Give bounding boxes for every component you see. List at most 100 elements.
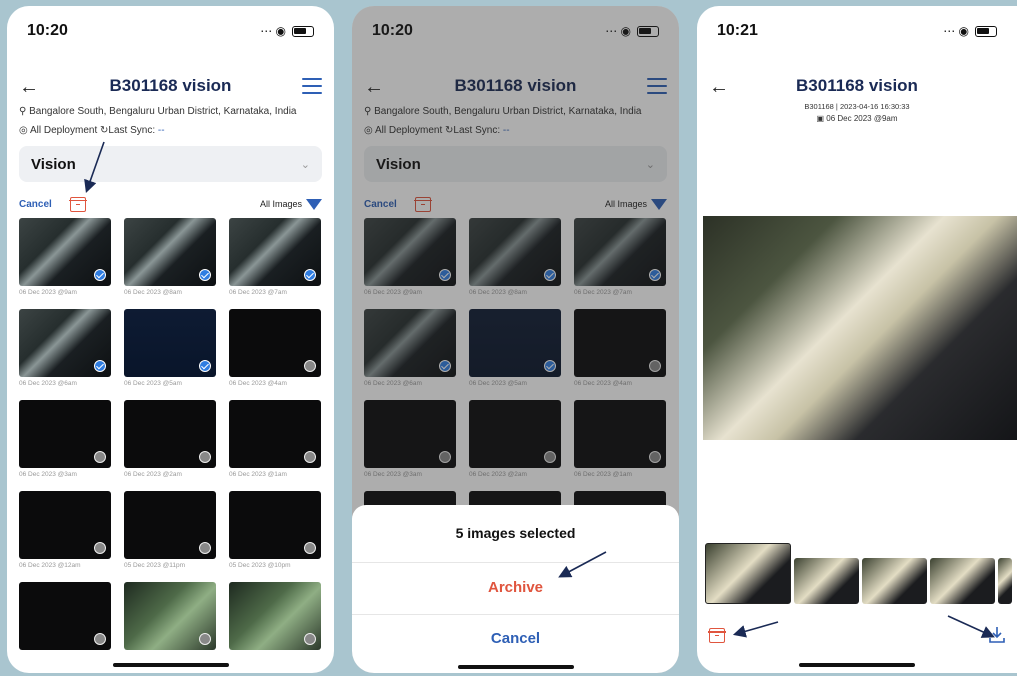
unselected-circle-icon[interactable] bbox=[304, 633, 316, 645]
category-dropdown[interactable]: Vision ⌄ bbox=[19, 146, 322, 182]
image-caption: 06 Dec 2023 @9am bbox=[19, 289, 77, 296]
image-thumbnail bbox=[229, 309, 321, 377]
unselected-circle-icon[interactable] bbox=[199, 633, 211, 645]
thumbnail[interactable] bbox=[998, 558, 1012, 604]
header: ← B301168 vision bbox=[19, 76, 322, 104]
selection-toolbar: Cancel All Images bbox=[19, 194, 322, 214]
unselected-circle-icon[interactable] bbox=[199, 542, 211, 554]
battery-icon bbox=[975, 25, 997, 37]
image-caption: 06 Dec 2023 @2am bbox=[124, 471, 182, 478]
image-thumbnail bbox=[19, 218, 111, 286]
image-tile[interactable]: 06 Dec 2023 @4am bbox=[229, 309, 321, 400]
image-tile[interactable]: 06 Dec 2023 @7am bbox=[229, 218, 321, 309]
image-tile[interactable]: 05 Dec 2023 @10pm bbox=[229, 491, 321, 582]
deployment-label: All Deployment bbox=[29, 125, 98, 136]
unselected-circle-icon[interactable] bbox=[94, 633, 106, 645]
phone-screen-image-detail: 10:21 ⋯ ◉ ← B301168 vision B301168 | 202… bbox=[697, 6, 1017, 673]
image-caption: 06 Dec 2023 @1am bbox=[229, 471, 287, 478]
unselected-circle-icon[interactable] bbox=[304, 451, 316, 463]
image-thumbnail bbox=[19, 582, 111, 650]
cancel-selection-button[interactable]: Cancel bbox=[19, 199, 52, 210]
hamburger-menu-icon[interactable] bbox=[302, 78, 322, 99]
checkmark-icon[interactable] bbox=[199, 269, 211, 281]
all-images-label: All Images bbox=[259, 199, 302, 209]
home-indicator bbox=[457, 665, 574, 669]
deployment-row: ◎ All Deployment ↻Last Sync: -- bbox=[19, 125, 165, 136]
checkmark-icon[interactable] bbox=[94, 360, 106, 372]
phone-screen-image-selection: 10:20 ⋯ ◉ ← B301168 vision ⚲ Bangalore S… bbox=[7, 6, 334, 673]
unselected-circle-icon[interactable] bbox=[199, 451, 211, 463]
divider bbox=[352, 614, 679, 615]
image-caption: 06 Dec 2023 @6am bbox=[19, 380, 77, 387]
image-tile[interactable]: 06 Dec 2023 @9am bbox=[19, 218, 111, 309]
image-tile[interactable]: 06 Dec 2023 @8am bbox=[124, 218, 216, 309]
image-tile[interactable]: 06 Dec 2023 @2am bbox=[124, 400, 216, 491]
thumbnail[interactable] bbox=[794, 558, 859, 604]
image-tile[interactable]: 06 Dec 2023 @1am bbox=[229, 400, 321, 491]
location-text: Bangalore South, Bengaluru Urban Distric… bbox=[29, 106, 297, 117]
unselected-circle-icon[interactable] bbox=[304, 542, 316, 554]
checkmark-icon[interactable] bbox=[199, 360, 211, 372]
image-tile[interactable] bbox=[19, 582, 111, 673]
archive-icon[interactable] bbox=[68, 196, 87, 212]
divider bbox=[352, 562, 679, 563]
wifi-icon: ⋯ ◉ bbox=[260, 24, 286, 38]
image-caption: 06 Dec 2023 @5am bbox=[124, 380, 182, 387]
image-tile[interactable]: 06 Dec 2023 @6am bbox=[19, 309, 111, 400]
image-thumbnail bbox=[124, 582, 216, 650]
header: ← B301168 vision bbox=[709, 76, 1005, 104]
cancel-button[interactable]: Cancel bbox=[352, 630, 679, 647]
status-bar: 10:21 ⋯ ◉ bbox=[717, 20, 997, 42]
thumbnail-strip bbox=[705, 543, 1012, 604]
download-icon[interactable] bbox=[989, 626, 1005, 644]
thumbnail[interactable] bbox=[862, 558, 927, 604]
image-thumbnail bbox=[124, 400, 216, 468]
location-row: ⚲ Bangalore South, Bengaluru Urban Distr… bbox=[19, 106, 297, 117]
thumbnail[interactable] bbox=[930, 558, 995, 604]
image-thumbnail bbox=[124, 218, 216, 286]
image-caption: 06 Dec 2023 @8am bbox=[124, 289, 182, 296]
image-tile[interactable]: 06 Dec 2023 @3am bbox=[19, 400, 111, 491]
last-sync-value: -- bbox=[157, 125, 165, 136]
image-caption: 06 Dec 2023 @3am bbox=[19, 471, 77, 478]
image-caption: 05 Dec 2023 @10pm bbox=[229, 562, 291, 569]
all-images-filter[interactable]: All Images bbox=[259, 198, 322, 210]
deployment-icon: ◎ bbox=[19, 125, 28, 136]
unselected-circle-icon[interactable] bbox=[94, 451, 106, 463]
dropdown-value: Vision bbox=[31, 155, 76, 173]
thumbnail-selected[interactable] bbox=[705, 543, 791, 604]
image-grid: 06 Dec 2023 @9am 06 Dec 2023 @8am 06 Dec 2… bbox=[19, 218, 322, 673]
home-indicator bbox=[799, 663, 915, 667]
archive-button[interactable]: Archive bbox=[352, 579, 679, 596]
calendar-icon: ▣ bbox=[816, 114, 825, 123]
archive-button[interactable] bbox=[708, 628, 726, 643]
last-sync-label: Last Sync: bbox=[108, 125, 156, 136]
unselected-circle-icon[interactable] bbox=[304, 360, 316, 372]
battery-icon bbox=[292, 25, 314, 37]
image-thumbnail bbox=[229, 400, 321, 468]
status-icons: ⋯ ◉ bbox=[943, 24, 997, 38]
image-caption: 05 Dec 2023 @11pm bbox=[124, 562, 186, 569]
image-thumbnail bbox=[229, 582, 321, 650]
image-caption: 06 Dec 2023 @4am bbox=[229, 380, 287, 387]
image-caption: 06 Dec 2023 @7am bbox=[229, 289, 287, 296]
page-title: B301168 vision bbox=[796, 76, 918, 95]
checkmark-icon[interactable] bbox=[304, 269, 316, 281]
chevron-down-icon: ⌄ bbox=[300, 158, 310, 171]
unselected-circle-icon[interactable] bbox=[94, 542, 106, 554]
image-tile[interactable]: 06 Dec 2023 @12am bbox=[19, 491, 111, 582]
image-tile[interactable]: 05 Dec 2023 @11pm bbox=[124, 491, 216, 582]
archive-icon bbox=[708, 628, 726, 643]
image-tile[interactable] bbox=[124, 582, 216, 673]
image-tile[interactable] bbox=[229, 582, 321, 673]
main-image[interactable] bbox=[703, 216, 1017, 440]
image-thumbnail bbox=[124, 309, 216, 377]
image-tile[interactable]: 06 Dec 2023 @5am bbox=[124, 309, 216, 400]
image-date-label: 06 Dec 2023 @9am bbox=[826, 114, 898, 123]
image-date: ▣ 06 Dec 2023 @9am bbox=[697, 114, 1017, 123]
status-bar: 10:20 ⋯ ◉ bbox=[27, 20, 314, 42]
status-time: 10:21 bbox=[717, 22, 758, 39]
image-caption: 06 Dec 2023 @12am bbox=[19, 562, 81, 569]
status-icons: ⋯ ◉ bbox=[260, 24, 314, 38]
checkmark-icon[interactable] bbox=[94, 269, 106, 281]
